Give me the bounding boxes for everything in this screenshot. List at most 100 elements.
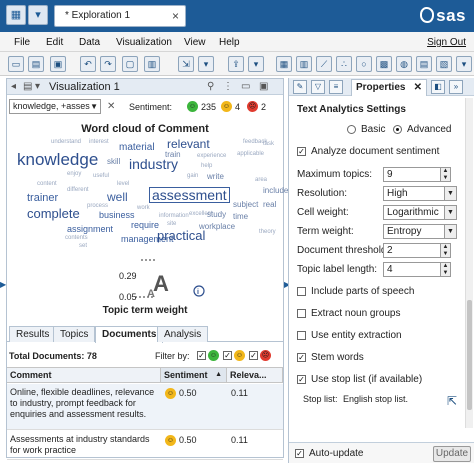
stem-words-checkbox[interactable]: ✓ <box>297 353 306 362</box>
word[interactable]: useful <box>93 173 109 179</box>
sign-out-link[interactable]: Sign Out <box>427 37 466 48</box>
home-menu-icon[interactable]: ▦ <box>6 5 26 25</box>
tab-documents[interactable]: Documents <box>95 326 164 343</box>
word[interactable]: applicable <box>237 151 264 157</box>
close-properties-icon[interactable]: ✕ <box>414 80 422 95</box>
term-filter-select[interactable]: knowledge, +asses ▼ <box>9 99 101 114</box>
word[interactable]: subject <box>233 201 258 209</box>
chevron-left-icon[interactable]: ◂ <box>11 81 16 92</box>
treemap-icon[interactable]: ▤ <box>416 56 432 72</box>
scatter-icon[interactable]: ∴ <box>336 56 352 72</box>
share-menu-icon[interactable]: ▾ <box>248 56 264 72</box>
word[interactable]: industry <box>129 157 178 171</box>
ranks-icon[interactable]: ≡ <box>329 80 343 94</box>
word[interactable]: set <box>79 243 87 249</box>
table-icon[interactable]: ▦ <box>276 56 292 72</box>
info-icon[interactable] <box>193 285 205 297</box>
bubble-icon[interactable]: ○ <box>356 56 372 72</box>
word[interactable]: enjoy <box>67 171 81 177</box>
word[interactable]: skill <box>107 158 120 166</box>
word[interactable]: business <box>99 211 135 220</box>
parts-of-speech-checkbox[interactable] <box>297 287 306 296</box>
column-header-sentiment[interactable]: Sentiment ▲ <box>161 368 227 383</box>
word[interactable]: complete <box>27 207 80 220</box>
word[interactable]: gain <box>187 173 198 179</box>
word[interactable]: work <box>137 205 150 211</box>
menu-help[interactable]: Help <box>219 37 240 48</box>
tab-analysis[interactable]: Analysis <box>157 326 209 342</box>
maximize-icon[interactable]: ▣ <box>259 81 268 92</box>
word[interactable]: time <box>233 213 248 221</box>
word[interactable]: contents <box>65 235 88 241</box>
word[interactable]: help <box>201 163 212 169</box>
topic-label-length-input[interactable]: 4 <box>383 262 441 277</box>
word[interactable]: trainer <box>27 193 58 204</box>
advanced-radio[interactable] <box>393 125 402 134</box>
filter-positive-checkbox[interactable]: ✓ <box>197 351 206 360</box>
noun-groups-checkbox[interactable] <box>297 309 306 318</box>
bar-chart-icon[interactable]: ▥ <box>296 56 312 72</box>
word[interactable]: theory <box>259 229 276 235</box>
word[interactable]: real <box>263 201 276 209</box>
pin-icon[interactable]: ⚲ <box>207 81 214 92</box>
filter-neutral-checkbox[interactable]: ✓ <box>223 351 232 360</box>
roles-icon[interactable]: ✎ <box>293 80 307 94</box>
spinner-icon[interactable]: ▲ ▼ <box>441 243 451 258</box>
cell-weight-select[interactable]: Logarithmic ▼ <box>383 205 457 220</box>
chevron-down-icon[interactable]: ▾ <box>35 81 40 92</box>
scroll-thumb[interactable] <box>467 300 472 410</box>
word[interactable]: assignment <box>67 225 113 234</box>
word[interactable]: different <box>67 187 89 193</box>
menu-dots-icon[interactable]: ⋮ <box>223 81 233 92</box>
word[interactable]: knowledge <box>17 151 98 168</box>
entity-extraction-checkbox[interactable] <box>297 331 306 340</box>
redo-icon[interactable]: ↷ <box>100 56 116 72</box>
word[interactable]: content <box>37 181 57 187</box>
filter-icon[interactable]: ▽ <box>311 80 325 94</box>
basic-radio[interactable] <box>347 125 356 134</box>
word-selected[interactable]: assessment <box>149 187 230 203</box>
close-tab-icon[interactable]: × <box>172 6 179 26</box>
present-icon[interactable]: ▢ <box>122 56 138 72</box>
analyze-sentiment-checkbox[interactable]: ✓ <box>297 147 306 156</box>
spinner-icon[interactable]: ▲ ▼ <box>441 167 451 182</box>
properties-scrollbar[interactable] <box>465 98 473 428</box>
document-tab[interactable]: * Exploration 1 × <box>54 5 186 27</box>
menu-edit[interactable]: Edit <box>46 37 63 48</box>
tab-topics[interactable]: Topics <box>53 326 96 342</box>
styles-icon[interactable]: ◧ <box>431 80 445 94</box>
word[interactable]: information <box>159 213 189 219</box>
word[interactable]: include <box>263 187 288 195</box>
undo-icon[interactable]: ↶ <box>80 56 96 72</box>
table-row[interactable]: Assessments at industry standards for wo… <box>7 431 283 460</box>
share-icon[interactable]: ⇪ <box>228 56 244 72</box>
word[interactable]: well <box>107 191 128 203</box>
auto-update-checkbox[interactable]: ✓ <box>295 449 304 458</box>
word[interactable]: material <box>119 143 155 153</box>
menu-data[interactable]: Data <box>79 37 100 48</box>
visualization-type-icon[interactable]: ▤ <box>23 81 32 92</box>
menu-visualization[interactable]: Visualization <box>116 37 172 48</box>
clear-filter-icon[interactable]: ✕ <box>107 101 115 112</box>
layout-icon[interactable]: ▥ <box>144 56 160 72</box>
filter-negative-checkbox[interactable]: ✓ <box>249 351 258 360</box>
tab-properties[interactable]: Properties ✕ <box>351 79 427 96</box>
column-header-relevance[interactable]: Releva... <box>227 368 283 383</box>
geo-map-icon[interactable]: ◍ <box>396 56 412 72</box>
table-row[interactable]: Online, flexible deadlines, relevance to… <box>7 384 283 430</box>
word[interactable]: relevant <box>167 138 210 150</box>
update-button[interactable]: Update <box>433 446 471 462</box>
minimize-icon[interactable]: ▭ <box>241 81 250 92</box>
word[interactable]: level <box>117 181 129 187</box>
open-folder-icon[interactable]: ▤ <box>28 56 44 72</box>
save-icon[interactable]: ▣ <box>50 56 66 72</box>
chevron-down-icon[interactable]: ▾ <box>28 5 48 25</box>
menu-file[interactable]: File <box>14 37 30 48</box>
stop-list-checkbox[interactable]: ✓ <box>297 375 306 384</box>
heatmap-icon[interactable]: ▩ <box>376 56 392 72</box>
line-chart-icon[interactable]: ⟋ <box>316 56 332 72</box>
word[interactable]: write <box>207 173 224 181</box>
more-visuals-icon[interactable]: ▾ <box>456 56 472 72</box>
spinner-icon[interactable]: ▲ ▼ <box>441 262 451 277</box>
word[interactable]: interest <box>89 139 109 145</box>
